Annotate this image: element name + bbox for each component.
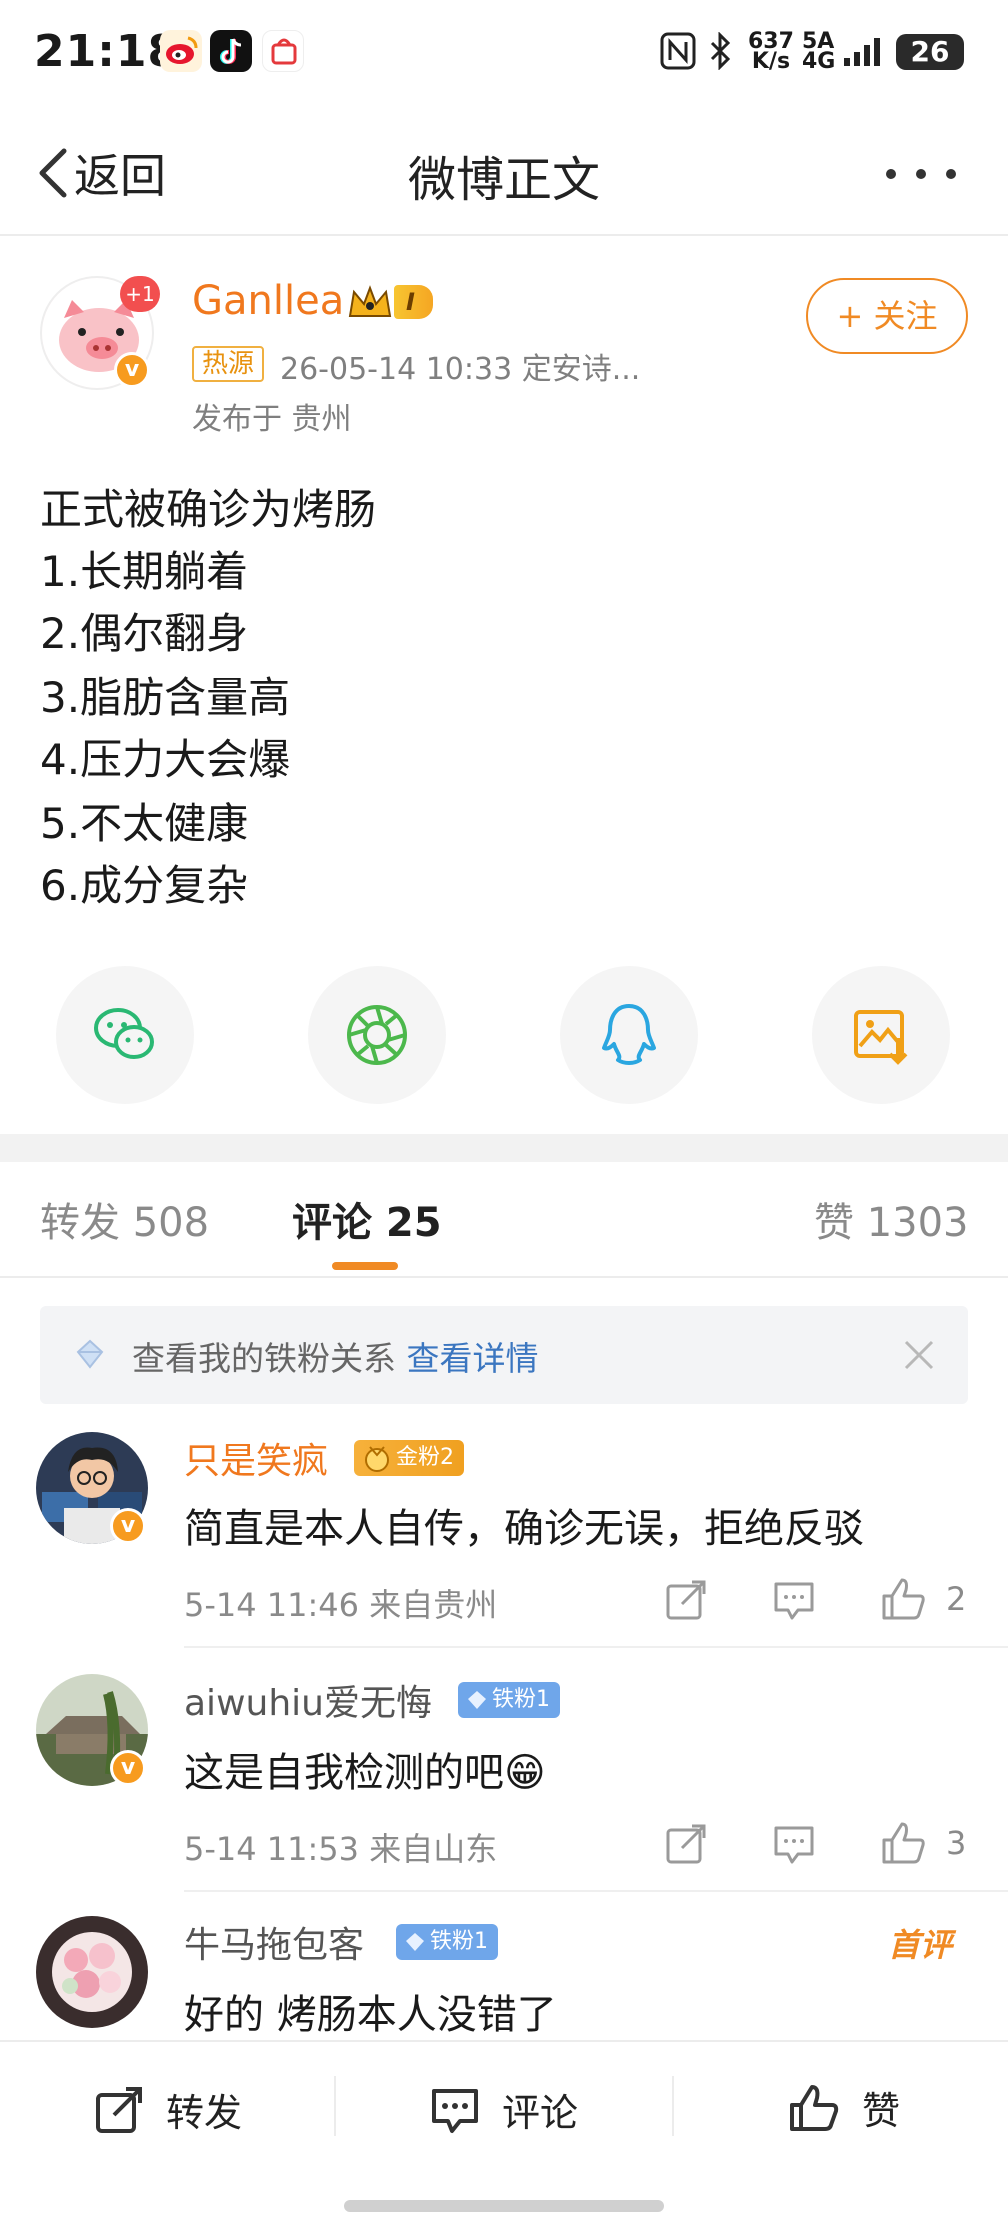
- fan-relation-text: 查看我的铁粉关系 查看详情: [132, 1339, 539, 1378]
- author-name[interactable]: Ganllea: [192, 278, 344, 324]
- post-line: 3.脂肪含量高: [40, 673, 291, 722]
- bottom-comment-button[interactable]: 评论: [430, 2082, 578, 2137]
- post-line: 6.成分复杂: [40, 861, 249, 910]
- comment-icon: [432, 2088, 478, 2133]
- comment-divider: [184, 1890, 1008, 1892]
- comment-meta: 5-14 11:53 来自山东: [184, 1830, 498, 1868]
- verified-badge-icon: v: [110, 1750, 146, 1786]
- commenter-avatar[interactable]: [36, 1916, 148, 2028]
- section-divider: [0, 1134, 1008, 1162]
- commenter-name[interactable]: 牛马拖包客: [184, 1916, 364, 1968]
- diamond-icon: [74, 1338, 106, 1374]
- verified-badge-icon: v: [110, 1508, 146, 1544]
- bottom-divider: [672, 2076, 674, 2136]
- commenter-name[interactable]: 只是笑疯: [184, 1432, 328, 1484]
- battery-indicator: 26: [896, 34, 964, 70]
- signal-icon: [842, 36, 886, 72]
- post-line: 4.压力大会爆: [40, 735, 291, 784]
- gold-fan-badge: 金粉2: [354, 1440, 464, 1476]
- comment-text: 好的 烤肠本人没错了: [184, 1992, 557, 2038]
- verified-badge-icon: v: [114, 352, 150, 388]
- follow-button[interactable]: + 关注: [806, 278, 968, 354]
- close-icon[interactable]: [900, 1336, 938, 1378]
- bluetooth-icon: [708, 31, 734, 74]
- share-moments-button[interactable]: [308, 966, 446, 1104]
- comment-text: 这是自我检测的吧😁: [184, 1750, 546, 1796]
- view-details-link[interactable]: 查看详情: [407, 1339, 539, 1378]
- thumbs-up-icon: [790, 2084, 839, 2131]
- active-tab-indicator: [332, 1262, 398, 1270]
- post-line: 5.不太健康: [40, 799, 249, 848]
- status-time: 21:18: [34, 26, 180, 77]
- post-location: 发布于 贵州: [192, 402, 352, 437]
- signal-type: 5A 4G: [802, 29, 836, 74]
- bottom-divider: [334, 2076, 336, 2136]
- comment-text: 简直是本人自传，确诊无误，拒绝反驳: [184, 1506, 864, 1552]
- wechat-icon: [94, 1008, 154, 1059]
- qq-icon: [602, 1004, 656, 1065]
- hot-source-tag: 热源: [192, 346, 265, 382]
- weibo-app-icon: [160, 30, 202, 72]
- level-label: I: [394, 285, 433, 319]
- moments-icon: [347, 1005, 407, 1065]
- crown-icon: [348, 285, 392, 317]
- like-icon[interactable]: [880, 1576, 925, 1620]
- iron-fan-badge: 铁粉1: [396, 1924, 498, 1960]
- page-title: 微博正文: [407, 152, 600, 208]
- repost-icon[interactable]: [664, 1578, 708, 1622]
- like-icon[interactable]: [880, 1820, 925, 1864]
- save-image-icon: [854, 1010, 908, 1065]
- commenter-name[interactable]: aiwuhiu爱无悔: [184, 1674, 432, 1726]
- repost-icon: [96, 2086, 142, 2133]
- bottom-repost-button[interactable]: 转发: [94, 2082, 242, 2137]
- tab-divider: [0, 1276, 1008, 1278]
- reply-icon[interactable]: [772, 1822, 816, 1866]
- bottom-like-button[interactable]: 赞: [788, 2080, 900, 2135]
- post-line: 2.偶尔翻身: [40, 609, 249, 658]
- reply-icon[interactable]: [772, 1578, 816, 1622]
- tab-comment[interactable]: 评论 25: [292, 1190, 442, 1248]
- post-line: 1.长期躺着: [40, 547, 249, 596]
- repost-icon[interactable]: [664, 1822, 708, 1866]
- more-menu-button[interactable]: [886, 164, 976, 179]
- share-qq-button[interactable]: [560, 966, 698, 1104]
- post-timestamp-source: 26-05-14 10:33 定安诗...: [280, 352, 641, 387]
- save-image-button[interactable]: [812, 966, 950, 1104]
- comment-divider: [184, 1646, 1008, 1648]
- net-speed: 637 K/s: [748, 29, 794, 74]
- comment-meta: 5-14 11:46 来自贵州: [184, 1586, 498, 1624]
- new-story-badge: +1: [120, 276, 160, 312]
- first-comment-tag: 首评: [888, 1926, 953, 1964]
- like-count: 2: [946, 1580, 967, 1618]
- shopping-app-icon: [262, 30, 304, 72]
- tiktok-app-icon: [210, 30, 252, 72]
- diamond-icon: [406, 1933, 424, 1951]
- medal-icon: [365, 1446, 389, 1472]
- like-count: 3: [946, 1824, 967, 1862]
- share-wechat-button[interactable]: [56, 966, 194, 1104]
- crown-level-badge: I: [346, 282, 433, 322]
- iron-fan-badge: 铁粉1: [458, 1682, 560, 1718]
- tab-repost[interactable]: 转发 508: [40, 1190, 209, 1248]
- diamond-icon: [468, 1691, 486, 1709]
- home-indicator[interactable]: [344, 2200, 664, 2212]
- nfc-icon: [660, 32, 696, 74]
- header-divider: [0, 234, 1008, 236]
- post-line: 正式被确诊为烤肠: [40, 485, 377, 534]
- tab-like[interactable]: 赞 1303: [814, 1190, 969, 1248]
